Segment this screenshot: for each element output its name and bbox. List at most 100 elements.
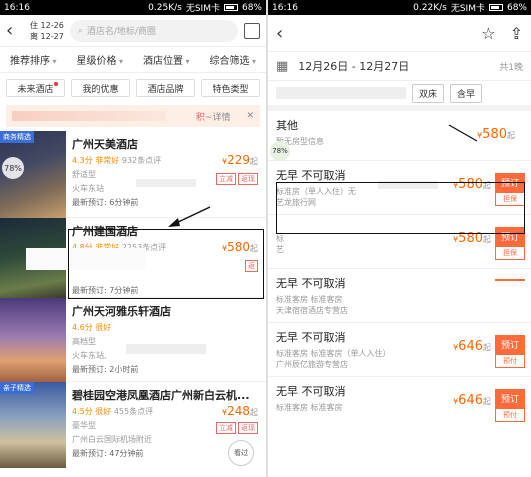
hotel-badge: 商务精选 xyxy=(0,131,34,143)
status-sim: 无SIM卡 xyxy=(185,4,220,14)
battery-icon xyxy=(488,4,503,11)
star-icon[interactable]: ☆ xyxy=(481,24,495,43)
filter-sort[interactable]: 推荐排序 xyxy=(10,52,57,67)
hotel-photo xyxy=(0,298,66,382)
pill-discount: 立减 xyxy=(216,173,236,185)
hotel-level: 很好 xyxy=(95,323,112,332)
status-speed: 0.25K/s xyxy=(148,2,182,13)
promo-banner[interactable]: 积~ 详情 ✕ xyxy=(6,105,260,127)
room-price: ¥580起 xyxy=(477,127,515,142)
book-label: 预订 xyxy=(495,335,525,354)
hotel-score: 4.6分 xyxy=(72,323,93,332)
book-label: 预订 xyxy=(495,389,525,408)
room-seller: 天津宿宿酒店专营店 xyxy=(276,306,348,315)
room-price: ¥646起 xyxy=(453,339,491,354)
battery-icon xyxy=(223,4,238,11)
room-filter-bar: 双床 含早 xyxy=(268,81,531,111)
top-bar: ‹ 住 12-26 离 12-27 ⌕ 酒店名/地标/商圈 xyxy=(0,15,266,47)
hotel-rating: 4.6分 很好 xyxy=(72,322,260,333)
tag-label: 我的优惠 xyxy=(82,84,119,95)
filter-general[interactable]: 综合筛选 xyxy=(209,52,256,67)
hotel-name: 碧桂园空港凤凰酒店广州新白云机... xyxy=(72,389,250,402)
viewed-badge: 看过 xyxy=(228,440,254,466)
hotel-badge: 亲子精选 xyxy=(0,382,34,394)
arrow-annotation xyxy=(448,124,478,142)
close-icon[interactable]: ✕ xyxy=(246,111,254,121)
checkout-date: 离 12-27 xyxy=(30,31,64,41)
search-input[interactable]: ⌕ 酒店名/地标/商圈 xyxy=(69,19,238,42)
date-bar[interactable]: ▦ 12月26日 - 12月27日 共1晚 xyxy=(268,51,531,81)
room-desc: 标准客房 标准客房 xyxy=(276,295,343,304)
calendar-icon: ▦ xyxy=(276,58,289,74)
hotel-score: 4.5分 xyxy=(72,407,93,416)
promo-text: 积~ xyxy=(195,112,213,123)
price-value: 580 xyxy=(482,127,507,142)
filter-twin-bed[interactable]: 双床 xyxy=(412,83,445,103)
room-item[interactable]: 其他 暂无房型信息 78% ¥580起 xyxy=(268,111,531,161)
tag-my-offers[interactable]: 我的优惠 xyxy=(71,79,130,97)
tag-label: 未来酒店 xyxy=(17,84,54,95)
room-item[interactable]: 无早 不可取消 标准客房 标准客房（单人入住） 广州辰亿旅游专营店 ¥646起 … xyxy=(268,323,531,377)
hotel-recent: 最新预订: 2小时前 xyxy=(72,365,139,374)
book-button-partial[interactable] xyxy=(495,279,525,281)
hotel-level: 很好 xyxy=(95,407,112,416)
book-button[interactable]: 预订 预付 xyxy=(495,389,525,422)
status-bar: 16:16 0.22K/s 无SIM卡 68% xyxy=(268,0,531,15)
hotel-item[interactable]: 亲子精选 碧桂园空港凤凰酒店广州新白云机... 4.5分 很好 455条点评 豪… xyxy=(0,382,266,468)
filter-bar: 推荐排序 星级价格 酒店位置 综合筛选 xyxy=(0,47,266,73)
share-icon[interactable]: ⇪ xyxy=(510,24,523,43)
filter-star-price[interactable]: 星级价格 xyxy=(76,52,123,67)
back-icon[interactable]: ‹ xyxy=(276,23,467,44)
hotel-level: 非常好 xyxy=(95,156,120,165)
match-circle: 78% xyxy=(270,141,290,161)
status-time: 16:16 xyxy=(4,2,30,13)
status-bar: 16:16 0.25K/s 无SIM卡 68% xyxy=(0,0,266,15)
search-icon: ⌕ xyxy=(77,25,83,36)
hotel-item[interactable]: 商务精选 78% 广州天美酒店 4.3分 非常好 932条点评 舒适型 火车东站… xyxy=(0,131,266,218)
status-battery: 68% xyxy=(241,2,262,13)
room-seller: 广州辰亿旅游专营店 xyxy=(276,360,348,369)
hotel-name: 广州天美酒店 xyxy=(72,138,138,151)
hotel-item[interactable]: 广州天河雅乐轩酒店 4.6分 很好 高档型 火车东站, 最新预订: 2小时前 xyxy=(0,298,266,382)
pill-cashback: 返现 xyxy=(238,173,258,185)
status-time: 16:16 xyxy=(272,2,298,13)
room-item[interactable]: 无早 不可取消 标准客房 标准客房 ¥646起 预订 预付 xyxy=(268,377,531,431)
hotel-reviews: 455条点评 xyxy=(113,407,154,416)
book-button[interactable]: 预订 预付 xyxy=(495,335,525,368)
back-icon[interactable]: ‹ xyxy=(6,20,24,41)
filter-breakfast[interactable]: 含早 xyxy=(450,83,483,103)
price-value: 248 xyxy=(227,404,250,418)
blurred-text xyxy=(276,87,406,99)
blurred-text xyxy=(126,344,206,354)
new-dot xyxy=(54,82,58,86)
date-selector[interactable]: 住 12-26 离 12-27 xyxy=(30,20,64,42)
night-count: 共1晚 xyxy=(499,62,523,73)
search-placeholder: 酒店名/地标/商圈 xyxy=(86,27,156,37)
room-item[interactable]: 无早 不可取消 标准客房 标准客房 天津宿宿酒店专营店 xyxy=(268,269,531,323)
filter-location[interactable]: 酒店位置 xyxy=(143,52,190,67)
promo-detail-link[interactable]: 详情 xyxy=(212,110,230,123)
annotation-highlight xyxy=(68,229,264,299)
detail-top-bar: ‹ ☆ ⇪ xyxy=(268,15,531,51)
room-price: ¥646起 xyxy=(453,393,491,408)
hotel-photo: 商务精选 78% xyxy=(0,131,66,218)
annotation-highlight xyxy=(276,182,525,234)
hotel-price: ¥229起 xyxy=(222,153,258,167)
tag-label: 特色类型 xyxy=(212,84,249,95)
guarantee-label: 担保 xyxy=(495,246,525,260)
hotel-price: ¥248起 xyxy=(222,404,258,418)
hotel-photo: 亲子精选 xyxy=(0,382,66,468)
tag-feature-type[interactable]: 特色类型 xyxy=(201,79,260,97)
tag-hotel-brand[interactable]: 酒店品牌 xyxy=(136,79,195,97)
status-battery: 68% xyxy=(506,2,527,13)
tag-future-hotel[interactable]: 未来酒店 xyxy=(6,79,65,97)
price-value: 229 xyxy=(227,153,250,167)
price-value: 646 xyxy=(458,393,483,408)
checkin-date: 住 12-26 xyxy=(30,20,64,30)
tag-label: 酒店品牌 xyxy=(147,84,184,95)
blurred-text xyxy=(12,111,166,121)
pill-discount: 立减 xyxy=(216,422,236,434)
map-icon[interactable] xyxy=(244,22,260,39)
prepay-label: 预付 xyxy=(495,408,525,422)
room-title: 无早 不可取消 xyxy=(276,277,346,290)
